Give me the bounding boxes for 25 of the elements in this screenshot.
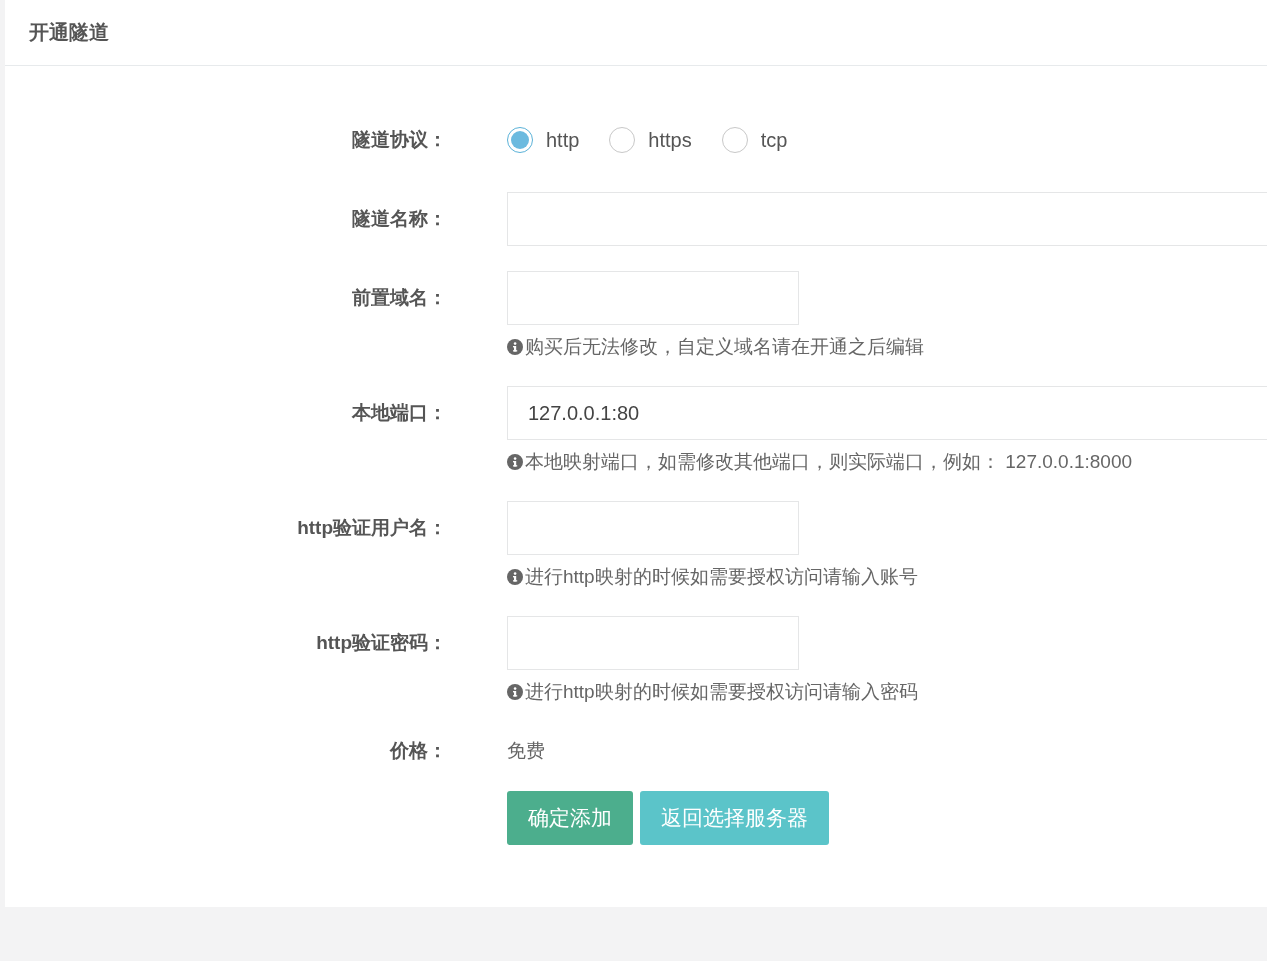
radio-option[interactable]: https (609, 127, 692, 153)
help-text: 本地映射端口，如需修改其他端口，则实际端口，例如： 127.0.0.1:8000 (525, 450, 1133, 474)
field-label: 隧道协议： (351, 128, 447, 152)
text-input[interactable]: 127.0.0.1:80 (507, 386, 1267, 440)
info-icon (507, 569, 523, 585)
field-label: 本地端口： (350, 401, 447, 425)
field-label: http验证密码： (315, 631, 447, 655)
radio-option[interactable]: tcp (721, 127, 788, 153)
field-label: 前置域名： (351, 286, 447, 310)
info-icon (507, 454, 523, 470)
text-input[interactable] (507, 501, 799, 555)
help-text: 购买后无法修改，自定义域名请在开通之后编辑 (525, 335, 924, 359)
help-text: 进行http映射的时候如需要授权访问请输入密码 (525, 680, 918, 704)
text-input[interactable] (507, 616, 799, 670)
panel-title: 开通隧道 (29, 20, 109, 45)
text-input[interactable] (507, 192, 1267, 246)
field-label: 隧道名称： (351, 207, 447, 231)
price-value: 免费 (507, 740, 545, 761)
help-text: 进行http映射的时候如需要授权访问请输入账号 (525, 565, 918, 589)
field-label: http验证用户名： (296, 516, 447, 540)
field-label: 价格： (388, 739, 447, 763)
text-input[interactable] (507, 271, 799, 325)
info-icon (507, 684, 523, 700)
radio-option[interactable]: http (507, 127, 580, 153)
info-icon (507, 339, 523, 355)
